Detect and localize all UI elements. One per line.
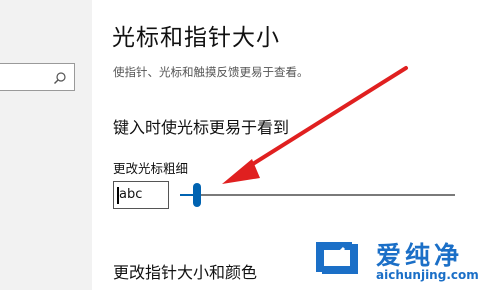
section-heading-cursor: 键入时使光标更易于看到 [113, 118, 290, 137]
cursor-thickness-label: 更改光标粗细 [113, 161, 189, 176]
slider-track [201, 194, 455, 196]
watermark-logo-icon [316, 242, 358, 274]
sidebar [0, 0, 92, 290]
section-heading-pointer: 更改指针大小和颜色 [113, 263, 258, 282]
slider-track-filled [180, 194, 193, 196]
search-input[interactable] [0, 63, 75, 91]
cursor-preview-box: abc [113, 181, 169, 209]
slider-thumb[interactable] [193, 183, 201, 207]
watermark-url: aichunjing.com [376, 268, 479, 282]
watermark-brand: 爱纯净 [376, 241, 464, 270]
cursor-preview-text: abc [119, 187, 143, 202]
page-subtitle: 使指针、光标和触摸反馈更易于查看。 [113, 65, 309, 79]
search-icon[interactable] [53, 70, 67, 84]
page-title: 光标和指针大小 [112, 25, 280, 51]
watermark: 爱纯净 aichunjing.com [306, 232, 500, 290]
cursor-thickness-slider[interactable] [180, 180, 455, 210]
